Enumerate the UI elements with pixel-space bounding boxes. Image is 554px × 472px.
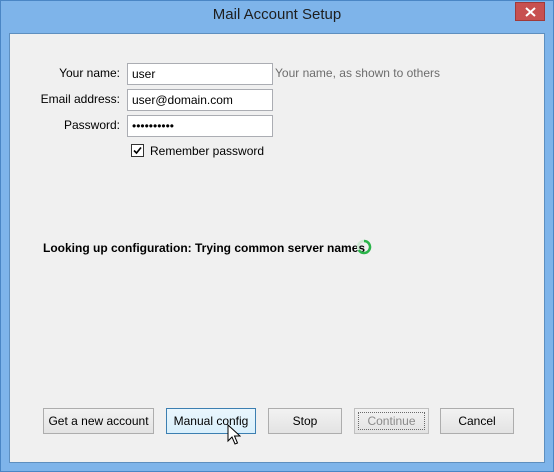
dialog-body: Your name: Your name, as shown to others…	[9, 33, 545, 463]
password-input[interactable]	[127, 115, 273, 137]
remember-password-checkbox[interactable]	[131, 144, 144, 157]
window-title: Mail Account Setup	[212, 6, 342, 23]
close-icon	[525, 7, 536, 17]
focus-ring	[358, 412, 425, 430]
checkmark-icon	[133, 146, 142, 155]
email-address-input[interactable]	[127, 89, 273, 111]
status-text: Looking up configuration: Trying common …	[43, 241, 366, 255]
your-name-label: Your name:	[59, 66, 120, 80]
continue-button[interactable]: Continue	[354, 408, 429, 434]
close-button[interactable]	[515, 2, 545, 21]
manual-config-button[interactable]: Manual config	[166, 408, 256, 434]
remember-password-label: Remember password	[150, 144, 265, 158]
title-bar[interactable]: Mail Account Setup	[1, 1, 553, 33]
your-name-input[interactable]	[127, 63, 273, 85]
password-label: Password:	[63, 118, 120, 132]
cancel-button[interactable]: Cancel	[440, 408, 514, 434]
get-new-account-button[interactable]: Get a new account	[43, 408, 154, 434]
email-address-label: Email address:	[40, 92, 120, 106]
mouse-cursor-icon	[227, 424, 241, 445]
mail-account-setup-window: Mail Account Setup Your name: Your name,…	[0, 0, 554, 472]
stop-button[interactable]: Stop	[268, 408, 342, 434]
loading-spinner-icon	[356, 239, 372, 255]
your-name-hint: Your name, as shown to others	[275, 66, 440, 80]
